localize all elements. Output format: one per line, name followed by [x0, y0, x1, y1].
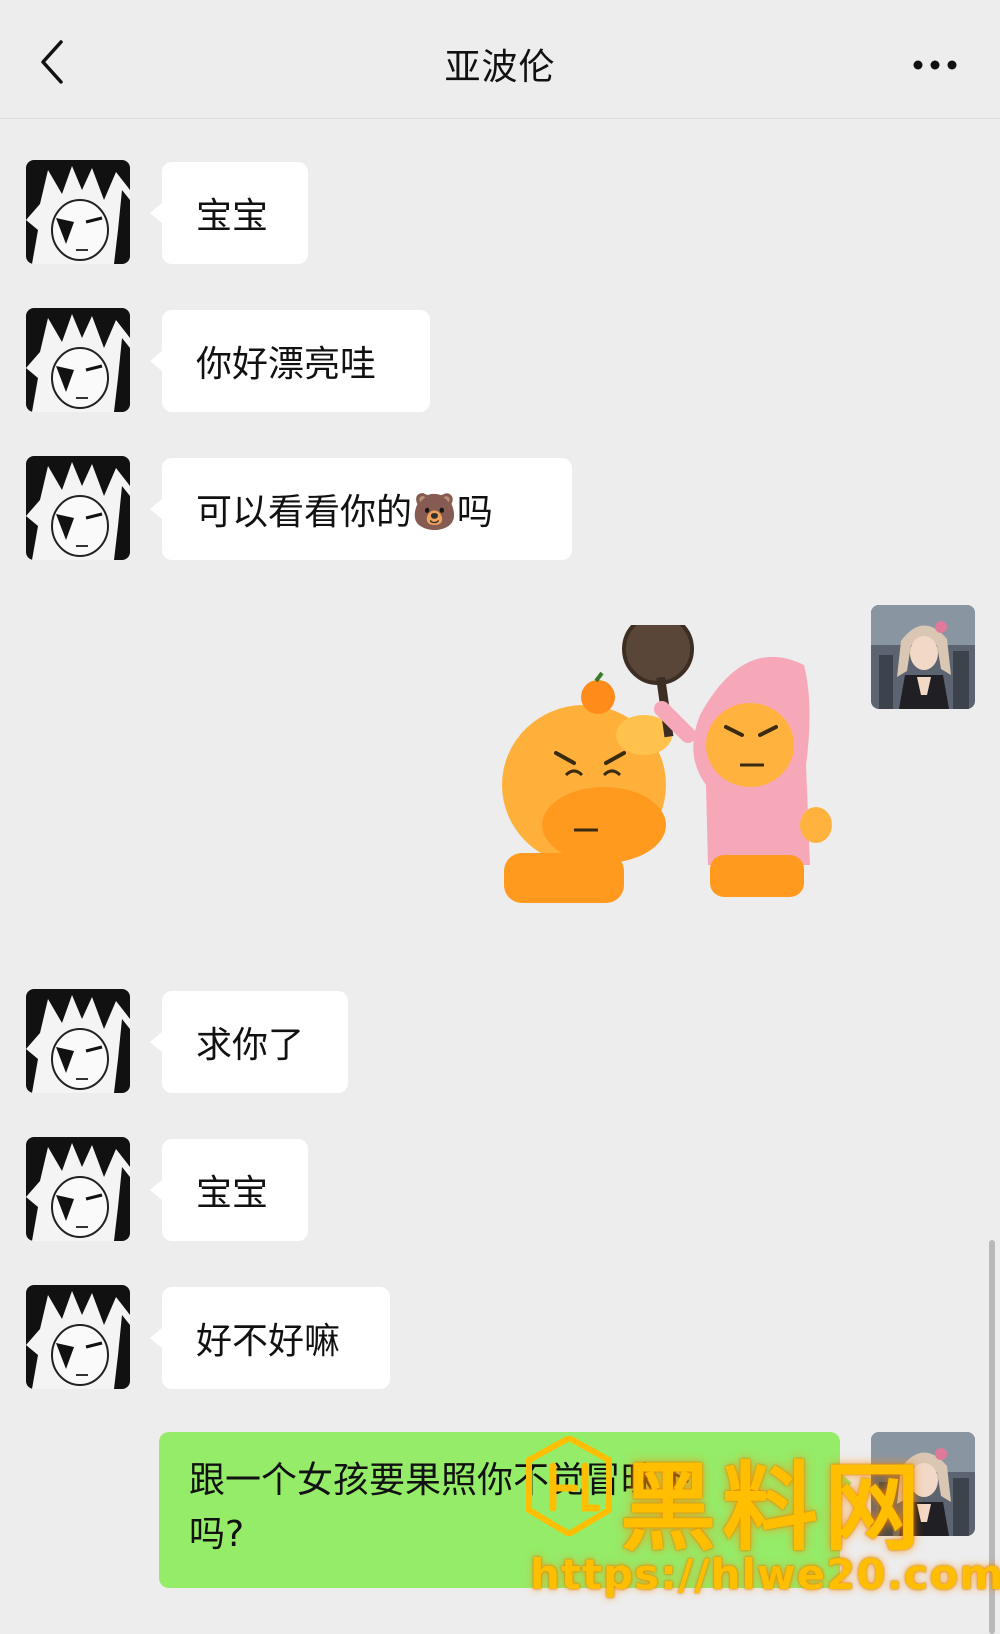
self-message-line-1: 跟一个女孩要果照你不觉冒昧下: [189, 1460, 694, 1501]
self-message-bubble[interactable]: 跟一个女孩要果照你不觉冒昧下 吗?: [159, 1432, 852, 1588]
message-bubble[interactable]: 求你了: [150, 991, 348, 1093]
more-button[interactable]: [900, 50, 970, 80]
frying-pan: [622, 613, 694, 685]
contact-avatar[interactable]: [26, 160, 130, 264]
message-bubble[interactable]: 可以看看你的🐻吗: [150, 458, 572, 560]
more-dots-icon: [913, 60, 957, 70]
contact-avatar[interactable]: [26, 308, 130, 412]
sticker-image[interactable]: [494, 613, 844, 925]
contact-avatar[interactable]: [26, 989, 130, 1093]
contact-avatar[interactable]: [26, 1285, 130, 1389]
message-bubble[interactable]: 宝宝: [150, 162, 308, 264]
contact-avatar[interactable]: [26, 456, 130, 560]
self-avatar[interactable]: [871, 1432, 975, 1536]
self-avatar[interactable]: [871, 605, 975, 709]
chat-title: 亚波伦: [444, 47, 556, 88]
chat-header: 亚波伦: [0, 0, 1000, 119]
scrollbar[interactable]: [989, 1240, 995, 1634]
message-bubble[interactable]: 你好漂亮哇: [150, 310, 430, 412]
message-bubble[interactable]: 宝宝: [150, 1139, 308, 1241]
contact-avatar[interactable]: [26, 1137, 130, 1241]
message-bubble[interactable]: 好不好嘛: [150, 1287, 390, 1389]
self-message-line-2: 吗?: [189, 1514, 245, 1555]
